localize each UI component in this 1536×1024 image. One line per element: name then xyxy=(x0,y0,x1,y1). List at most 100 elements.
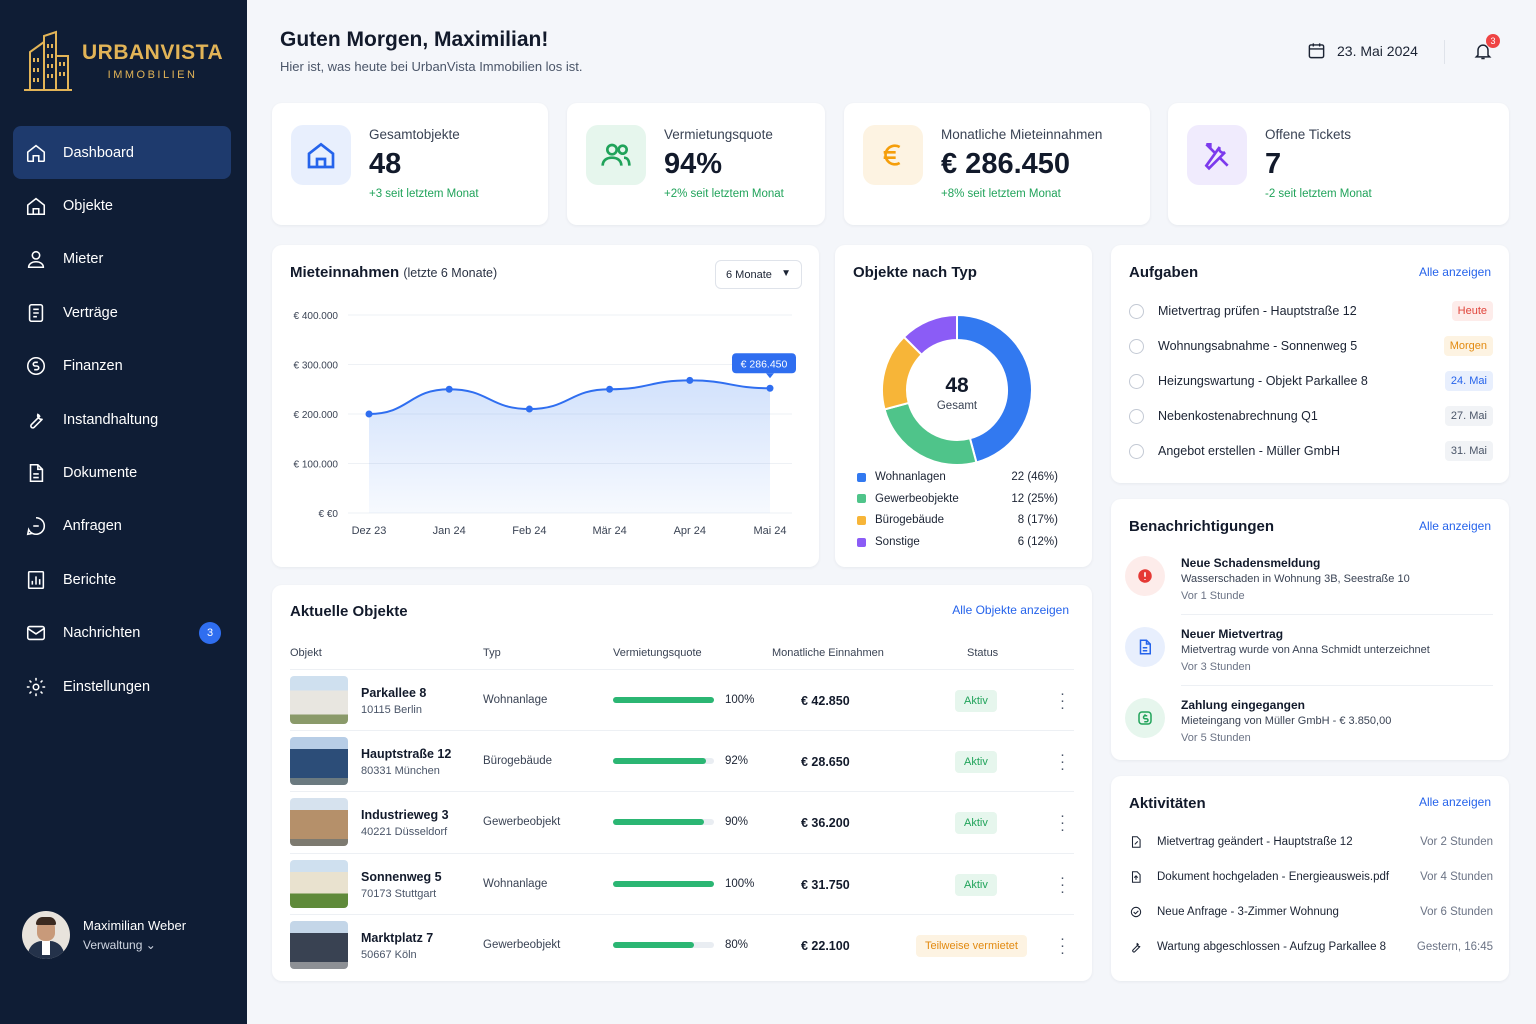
task-checkbox[interactable] xyxy=(1129,338,1144,354)
task-item[interactable]: Wohnungsabnahme - Sonnenweg 5 Morgen xyxy=(1129,336,1493,356)
legend-swatch xyxy=(857,537,866,547)
notification-count-badge: 3 xyxy=(1486,34,1500,48)
col-header-object[interactable]: Objekt xyxy=(290,647,322,659)
y-tick-label: € 400.000 xyxy=(294,311,339,322)
current-objects-title: Aktuelle Objekte xyxy=(290,603,408,620)
occupancy-bar-fill xyxy=(613,697,714,703)
task-item[interactable]: Nebenkostenabrechnung Q1 27. Mai xyxy=(1129,406,1493,426)
activity-item[interactable]: Neue Anfrage - 3-Zimmer Wohnung Vor 6 Stu… xyxy=(1129,904,1493,920)
sidebar-item-einstellungen[interactable]: Einstellungen xyxy=(13,660,231,713)
col-header-type[interactable]: Typ xyxy=(483,647,501,659)
brand-logo[interactable]: URBANVISTA IMMOBILIEN xyxy=(22,30,223,92)
revenue-area-chart: € 400.000 € 300.000 € 200.000 € 100.000 € €0… xyxy=(294,311,796,537)
user-profile[interactable]: Maximilian Weber Verwaltung ⌄ xyxy=(22,911,186,959)
sidebar: URBANVISTA IMMOBILIEN Dashboard Objekte Mi… xyxy=(0,0,247,1024)
building-logo-icon xyxy=(24,30,72,91)
data-point xyxy=(365,410,373,418)
notification-icon-wrap xyxy=(1125,627,1165,667)
brand-sub: IMMOBILIEN xyxy=(107,69,198,81)
sidebar-item-nachrichten[interactable]: Nachrichten 3 xyxy=(13,607,231,660)
alert-icon xyxy=(1138,569,1152,583)
row-menu-icon[interactable]: · · · xyxy=(1060,808,1066,837)
sidebar-item-finanzen[interactable]: Finanzen xyxy=(13,340,231,393)
status-badge: Aktiv xyxy=(955,690,997,712)
notifications-button[interactable]: 3 xyxy=(1473,34,1500,66)
kpi-change: +8% seit letztem Monat xyxy=(941,188,1061,200)
activity-text: Dokument hochgeladen - Energieausweis.pd… xyxy=(1157,871,1390,883)
building-icon xyxy=(307,142,335,169)
activity-item[interactable]: Dokument hochgeladen - Energieausweis.pd… xyxy=(1129,869,1493,885)
row-menu-icon[interactable]: · · · xyxy=(1060,747,1066,776)
row-menu-icon[interactable]: · · · xyxy=(1060,686,1066,715)
kpi-card-4[interactable]: Offene Tickets 7 -2 seit letztem Monat xyxy=(1168,103,1509,225)
kpi-card-2[interactable]: Vermietungsquote 94% +2% seit letztem Mona… xyxy=(567,103,825,225)
user-icon xyxy=(27,251,45,269)
sidebar-item-objekte[interactable]: Objekte xyxy=(13,179,231,232)
sidebar-item-label: Dokumente xyxy=(63,465,138,482)
kpi-label: Offene Tickets xyxy=(1265,127,1352,142)
occupancy-rate: 100% xyxy=(725,877,755,890)
user-name: Maximilian Weber xyxy=(83,918,187,933)
show-all-objects-link[interactable]: Alle Objekte anzeigen xyxy=(952,603,1069,617)
sidebar-item-instandhaltung[interactable]: Instandhaltung xyxy=(13,393,231,446)
activity-text: Wartung abgeschlossen - Aufzug Parkallee… xyxy=(1157,941,1387,953)
activity-item[interactable]: Wartung abgeschlossen - Aufzug Parkallee… xyxy=(1129,939,1493,955)
notification-divider xyxy=(1181,614,1493,615)
col-header-status[interactable]: Status xyxy=(967,647,998,659)
row-menu-icon[interactable]: · · · xyxy=(1060,931,1066,960)
task-due-badge: 24. Mai xyxy=(1444,371,1493,391)
occupancy-bar xyxy=(613,941,714,948)
notifications-card: Benachrichtigungen Alle anzeigen Neue Sc… xyxy=(1111,499,1509,760)
sidebar-item-anfragen[interactable]: Anfragen xyxy=(13,500,231,553)
sidebar-item-dokumente[interactable]: Dokumente xyxy=(13,446,231,499)
notification-item[interactable]: Zahlung eingegangen Mieteingang von Mülle… xyxy=(1125,698,1493,748)
table-row[interactable]: Sonnenweg 5 70173 Stuttgart Wohnanlage 100%… xyxy=(290,852,1074,914)
tasks-show-all-link[interactable]: Alle anzeigen xyxy=(1419,265,1491,279)
sidebar-item-label: Finanzen xyxy=(63,358,123,375)
task-checkbox[interactable] xyxy=(1129,408,1144,424)
sidebar-item-mieter[interactable]: Mieter xyxy=(13,233,231,286)
activities-card: Aktivitäten Alle anzeigen Mietvertrag ge… xyxy=(1111,776,1509,981)
sidebar-item-berichte[interactable]: Berichte xyxy=(13,553,231,606)
donut-slice-gewerbeobjekte[interactable] xyxy=(883,401,978,466)
task-item[interactable]: Mietvertrag prüfen - Hauptstraße 12 Heute xyxy=(1129,301,1493,321)
task-item[interactable]: Heizungswartung - Objekt Parkallee 8 24. … xyxy=(1129,371,1493,391)
table-row[interactable]: Parkallee 8 10115 Berlin Wohnanlage 100% € 4… xyxy=(290,669,1074,730)
sidebar-item-verträge[interactable]: Verträge xyxy=(13,286,231,339)
sidebar-item-label: Instandhaltung xyxy=(63,411,159,428)
task-checkbox[interactable] xyxy=(1129,303,1144,319)
activities-show-all-link[interactable]: Alle anzeigen xyxy=(1419,795,1491,809)
data-point xyxy=(606,385,614,393)
table-row[interactable]: Industrieweg 3 40221 Düsseldorf Gewerbeobj… xyxy=(290,791,1074,852)
sidebar-item-dashboard[interactable]: Dashboard xyxy=(13,126,231,180)
task-checkbox[interactable] xyxy=(1129,443,1144,459)
x-tick-label: Feb 24 xyxy=(512,525,546,537)
table-row[interactable]: Marktplatz 7 50667 Köln Gewerbeobjekt 80% € … xyxy=(290,913,1074,975)
occupancy-rate: 90% xyxy=(725,816,749,829)
notification-item[interactable]: Neue Schadensmeldung Wasserschaden in Woh… xyxy=(1125,556,1493,606)
monthly-income: € 22.100 xyxy=(801,938,850,953)
notifications-show-all-link[interactable]: Alle anzeigen xyxy=(1419,519,1491,533)
col-header-rate[interactable]: Vermietungsquote xyxy=(613,647,702,659)
task-text: Heizungswartung - Objekt Parkallee 8 xyxy=(1158,374,1368,388)
table-row[interactable]: Hauptstraße 12 80331 München Bürogebäude 92… xyxy=(290,730,1074,791)
task-checkbox[interactable] xyxy=(1129,373,1144,389)
occupancy-bar-fill xyxy=(613,941,694,948)
activity-time: Vor 4 Stunden xyxy=(1420,871,1493,883)
donut-center-value: 48 xyxy=(945,374,969,397)
date-display[interactable]: 23. Mai 2024 xyxy=(1307,41,1418,60)
kpi-card-1[interactable]: Gesamtobjekte 48 +3 seit letztem Monat xyxy=(272,103,548,225)
row-menu-icon[interactable]: · · · xyxy=(1060,870,1066,899)
user-role-dropdown[interactable]: Verwaltung ⌄ xyxy=(83,938,186,952)
col-header-income[interactable]: Monatliche Einnahmen xyxy=(772,647,884,659)
activity-text: Mietvertrag geändert - Hauptstraße 12 xyxy=(1157,836,1353,848)
notification-item[interactable]: Neuer Mietvertrag Mietvertrag wurde von A… xyxy=(1125,627,1493,677)
objects-by-type-card: Objekte nach Typ 48 Gesamt Wohnanlagen 22 … xyxy=(835,245,1092,567)
property-thumbnail xyxy=(290,676,348,724)
task-due-badge: 27. Mai xyxy=(1444,406,1493,426)
notification-text: Wasserschaden in Wohnung 3B, Seestraße 1… xyxy=(1181,573,1410,585)
sidebar-item-label: Nachrichten xyxy=(63,625,141,642)
activity-item[interactable]: Mietvertrag geändert - Hauptstraße 12 Vor… xyxy=(1129,834,1493,850)
task-item[interactable]: Angebot erstellen - Müller GmbH 31. Mai xyxy=(1129,441,1493,461)
kpi-card-3[interactable]: Monatliche Mieteinnahmen € 286.450 +8% sei… xyxy=(844,103,1150,225)
